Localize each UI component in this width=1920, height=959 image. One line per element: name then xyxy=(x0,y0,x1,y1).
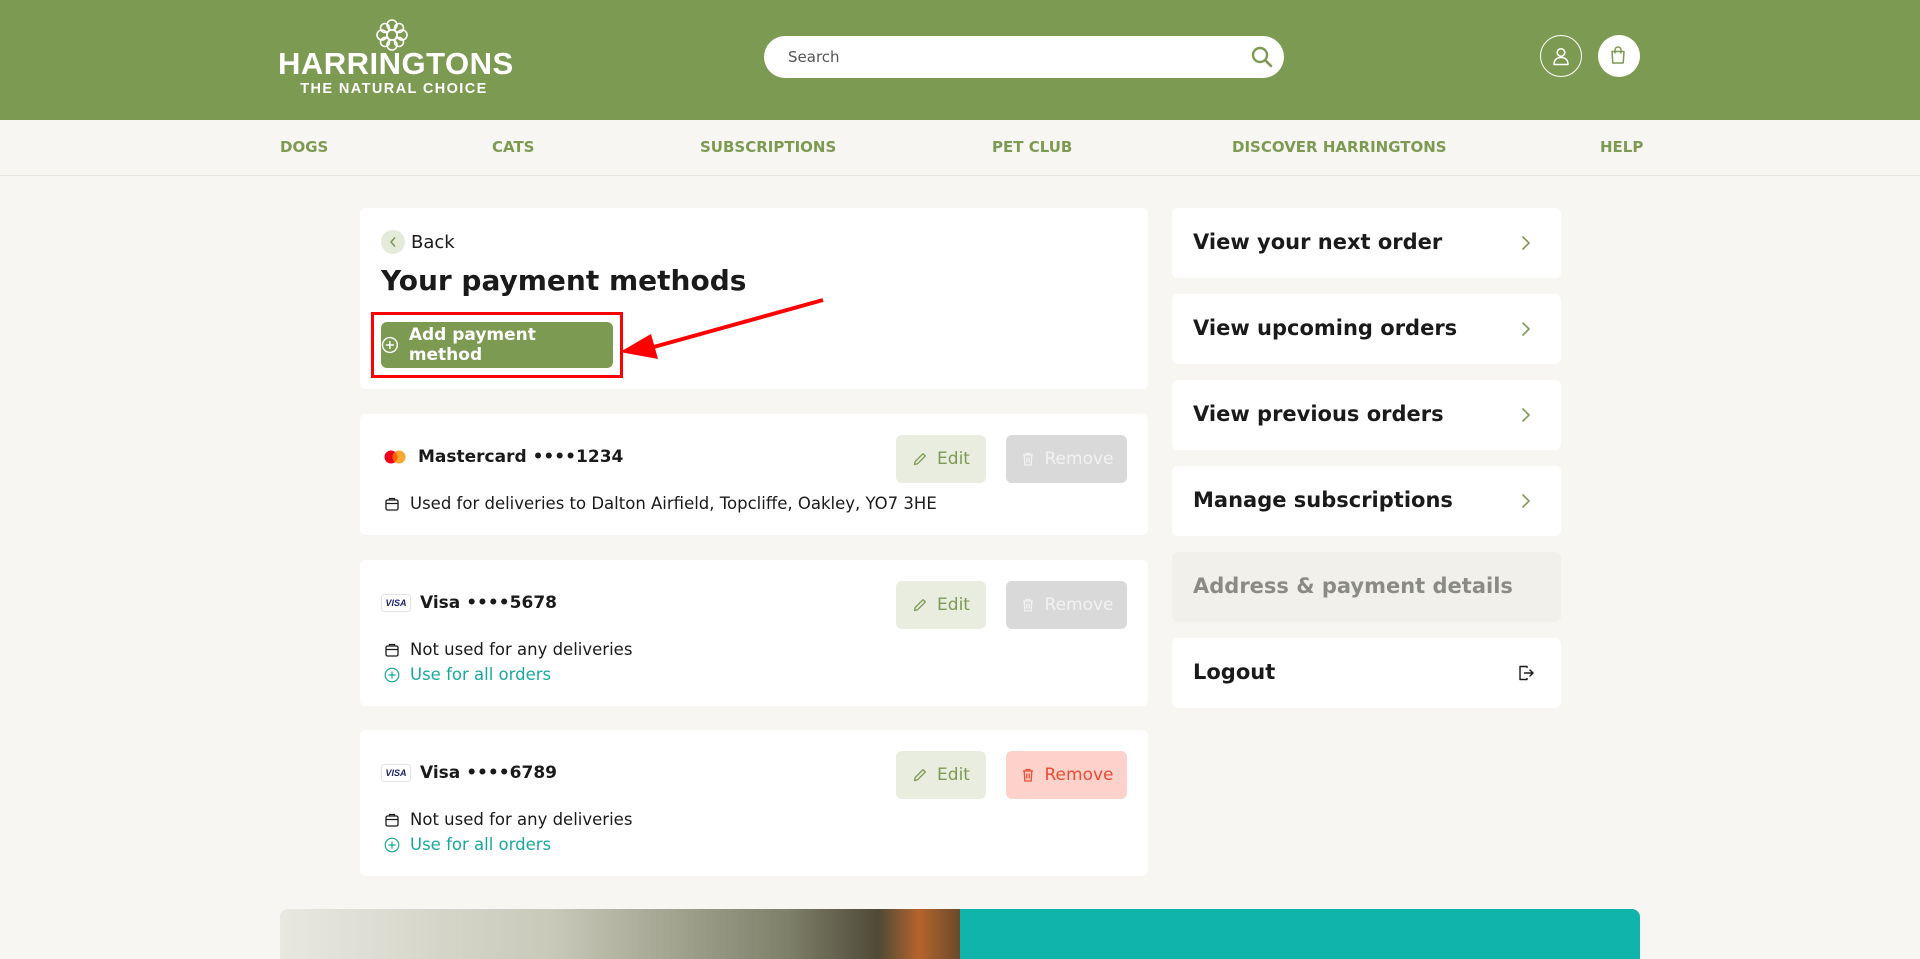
promo-banner-panel xyxy=(960,909,1640,959)
search-icon[interactable] xyxy=(1250,45,1274,69)
plus-circle-icon xyxy=(384,667,400,682)
nav-item-help[interactable]: HELP xyxy=(1600,138,1643,156)
pencil-icon xyxy=(913,599,926,612)
delivery-box-icon xyxy=(385,643,399,657)
edit-label: Edit xyxy=(937,449,970,469)
chevron-right-icon xyxy=(1522,236,1530,250)
sidebar-item-address-payment-details: Address & payment details xyxy=(1172,552,1561,622)
plus-circle-icon xyxy=(384,837,400,852)
remove-button[interactable]: Remove xyxy=(1006,435,1127,483)
back-link[interactable]: Back xyxy=(381,230,455,254)
edit-label: Edit xyxy=(937,595,970,615)
plus-circle-icon xyxy=(381,336,399,354)
sidebar-item-upcoming-orders[interactable]: View upcoming orders xyxy=(1172,294,1561,364)
delivery-box-icon xyxy=(385,497,399,511)
trash-icon xyxy=(1022,598,1033,612)
brand-name: HARRINGTONS xyxy=(278,46,514,81)
search-bar xyxy=(764,36,1284,78)
chevron-right-icon xyxy=(1522,494,1530,508)
edit-button[interactable]: Edit xyxy=(896,435,986,483)
chevron-right-icon xyxy=(1522,408,1530,422)
card-name: Visa ••••5678 xyxy=(420,593,557,613)
pencil-icon xyxy=(913,453,926,466)
edit-label: Edit xyxy=(937,765,970,785)
visa-icon: VISA xyxy=(381,594,411,612)
use-for-all-orders-label: Use for all orders xyxy=(410,665,552,684)
sidebar-item-label: Address & payment details xyxy=(1193,574,1513,598)
payment-card-visa-6789: VISA Visa ••••6789 Not used for any deli… xyxy=(360,730,1148,876)
logout-icon xyxy=(1519,665,1534,681)
sidebar-item-manage-subscriptions[interactable]: Manage subscriptions xyxy=(1172,466,1561,536)
remove-button[interactable]: Remove xyxy=(1006,581,1127,629)
remove-label: Remove xyxy=(1044,449,1114,469)
card-usage-text: Not used for any deliveries xyxy=(410,810,633,829)
payment-card-visa-5678: VISA Visa ••••5678 Not used for any deli… xyxy=(360,560,1148,706)
visa-icon: VISA xyxy=(381,764,411,782)
account-icon xyxy=(1553,47,1569,66)
sidebar-item-previous-orders[interactable]: View previous orders xyxy=(1172,380,1561,450)
nav-item-pet-club[interactable]: PET CLUB xyxy=(992,138,1072,156)
basket-button[interactable] xyxy=(1598,35,1640,77)
chevron-left-icon xyxy=(381,230,405,254)
card-name: Visa ••••6789 xyxy=(420,763,557,783)
card-usage-text: Used for deliveries to Dalton Airfield, … xyxy=(410,494,937,513)
use-for-all-orders-link[interactable]: Use for all orders xyxy=(384,665,551,684)
account-button[interactable] xyxy=(1540,35,1582,77)
pencil-icon xyxy=(913,769,926,782)
brand-tagline: THE NATURAL CHOICE xyxy=(300,81,488,97)
trash-icon xyxy=(1022,768,1033,782)
sidebar-item-label: Logout xyxy=(1193,660,1276,684)
payment-card-mastercard: Mastercard ••••1234 Used for deliveries … xyxy=(360,414,1148,535)
site-header: HARRINGTONS THE NATURAL CHOICE xyxy=(0,0,1920,120)
mastercard-icon xyxy=(384,450,406,464)
card-usage: Not used for any deliveries xyxy=(384,810,632,829)
delivery-box-icon xyxy=(385,813,399,827)
sidebar-item-label: View previous orders xyxy=(1193,402,1444,426)
sidebar-item-logout[interactable]: Logout xyxy=(1172,638,1561,708)
sidebar-item-label: View your next order xyxy=(1193,230,1443,254)
card-usage: Used for deliveries to Dalton Airfield, … xyxy=(384,494,937,513)
sidebar-item-label: View upcoming orders xyxy=(1193,316,1458,340)
use-for-all-orders-link[interactable]: Use for all orders xyxy=(384,835,551,854)
nav-item-cats[interactable]: CATS xyxy=(492,138,535,156)
harringtons-logo[interactable]: HARRINGTONS THE NATURAL CHOICE xyxy=(278,18,514,98)
page-title: Your payment methods xyxy=(381,264,747,297)
sidebar-item-label: Manage subscriptions xyxy=(1193,488,1453,512)
nav-item-discover-harringtons[interactable]: DISCOVER HARRINGTONS xyxy=(1232,138,1447,156)
edit-button[interactable]: Edit xyxy=(896,751,986,799)
remove-button[interactable]: Remove xyxy=(1006,751,1127,799)
card-usage: Not used for any deliveries xyxy=(384,640,632,659)
main-nav: DOGS CATS SUBSCRIPTIONS PET CLUB DISCOVE… xyxy=(0,120,1920,176)
add-payment-method-label: Add payment method xyxy=(408,325,536,365)
use-for-all-orders-label: Use for all orders xyxy=(410,835,552,854)
payment-methods-header-panel: Back Your payment methods Add payment me… xyxy=(360,208,1148,389)
add-payment-method-button[interactable]: Add payment method xyxy=(381,322,613,368)
trash-icon xyxy=(1022,452,1033,466)
basket-icon xyxy=(1611,46,1625,64)
nav-item-subscriptions[interactable]: SUBSCRIPTIONS xyxy=(700,138,836,156)
chevron-right-icon xyxy=(1522,322,1530,336)
back-label: Back xyxy=(411,231,455,253)
remove-label: Remove xyxy=(1044,765,1114,785)
remove-label: Remove xyxy=(1044,595,1114,615)
card-name: Mastercard ••••1234 xyxy=(418,447,624,467)
promo-banner-image xyxy=(280,909,960,959)
card-usage-text: Not used for any deliveries xyxy=(410,640,633,659)
edit-button[interactable]: Edit xyxy=(896,581,986,629)
nav-item-dogs[interactable]: DOGS xyxy=(280,138,328,156)
sidebar-item-next-order[interactable]: View your next order xyxy=(1172,208,1561,278)
search-input[interactable] xyxy=(788,36,1208,78)
